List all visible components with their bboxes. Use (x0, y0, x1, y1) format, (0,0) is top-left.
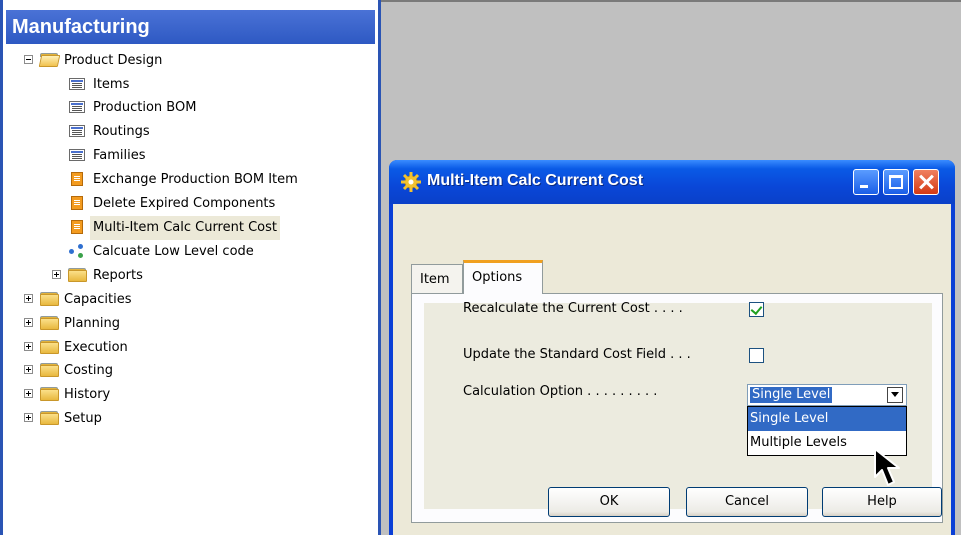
tab-options[interactable]: Options (463, 260, 543, 294)
tree-item-label: Families (93, 148, 146, 163)
folder-icon (40, 411, 59, 425)
list-icon (69, 78, 85, 90)
dialog-title: Multi-Item Calc Current Cost (427, 172, 644, 189)
tab-item[interactable]: Item (411, 264, 463, 294)
expand-icon[interactable] (24, 294, 33, 303)
tree-item-label: Exchange Production BOM Item (93, 172, 298, 187)
cancel-button[interactable]: Cancel (686, 487, 808, 517)
mouse-pointer-icon (874, 448, 900, 486)
dialog-titlebar[interactable]: Multi-Item Calc Current Cost (389, 160, 955, 204)
nav-pane-title: Manufacturing (6, 10, 375, 44)
update-standard-cost-label: Update the Standard Cost Field . . . (463, 347, 691, 362)
maximize-button[interactable] (883, 169, 909, 195)
tree-item-families[interactable]: Families (3, 144, 373, 166)
folder-icon (40, 363, 59, 377)
open-folder-icon (38, 53, 61, 67)
tree-item-delete-expired-components[interactable]: Delete Expired Components (3, 192, 373, 214)
tree-node-costing[interactable]: Costing (3, 359, 373, 381)
folder-icon (40, 292, 59, 306)
tree-node-label: Costing (64, 363, 114, 378)
tree-node-product-design[interactable]: Product Design (3, 49, 373, 71)
tree-item-label: Production BOM (93, 100, 197, 115)
calculation-option-label: Calculation Option . . . . . . . . . (463, 384, 658, 399)
tree-item-routings[interactable]: Routings (3, 120, 373, 142)
tree-item-label: Delete Expired Components (93, 196, 276, 211)
tree-node-label: Reports (93, 268, 143, 283)
folder-icon (68, 268, 87, 282)
list-icon (69, 101, 85, 113)
close-button[interactable] (913, 169, 939, 195)
tree-node-label: History (64, 387, 111, 402)
tree-node-label: Planning (64, 316, 120, 331)
tree-node-reports[interactable]: Reports (3, 264, 373, 286)
tree-node-label: Capacities (64, 292, 132, 307)
tree-node-label: Execution (64, 340, 128, 355)
expand-icon[interactable] (52, 270, 61, 279)
tree-item-exchange-production-bom-item[interactable]: Exchange Production BOM Item (3, 168, 373, 190)
calculation-option-select[interactable]: Single Level (747, 384, 907, 406)
expand-icon[interactable] (24, 389, 33, 398)
tree-item-calcuate-low-level-code[interactable]: Calcuate Low Level code (3, 240, 373, 262)
option-single-level[interactable]: Single Level (748, 407, 906, 431)
list-icon (69, 149, 85, 161)
tree-item-multi-item-calc-current-cost[interactable]: Multi-Item Calc Current Cost (3, 216, 373, 240)
tree-item-label: Routings (93, 124, 150, 139)
collapse-icon[interactable] (24, 55, 33, 64)
calculation-option-value: Single Level (750, 387, 833, 403)
tree-node-label: Setup (64, 411, 102, 426)
tree-node-planning[interactable]: Planning (3, 312, 373, 334)
tree-item-items[interactable]: Items (3, 73, 373, 95)
list-icon (69, 125, 85, 137)
tree-item-label: Multi-Item Calc Current Cost (90, 216, 280, 240)
tree-item-label: Items (93, 77, 130, 92)
tree-node-label: Product Design (64, 53, 163, 68)
tree-item-label: Calcuate Low Level code (93, 244, 254, 259)
expand-icon[interactable] (24, 342, 33, 351)
folder-icon (40, 340, 59, 354)
gear-icon (401, 172, 421, 192)
tree-node-history[interactable]: History (3, 383, 373, 405)
ok-button[interactable]: OK (548, 487, 670, 517)
task-icon (71, 172, 83, 186)
dialog-client-area: Item Options Recalculate the Current Cos… (393, 204, 951, 535)
dropdown-arrow-icon[interactable] (887, 387, 903, 403)
expand-icon[interactable] (24, 365, 33, 374)
recalc-current-cost-label: Recalculate the Current Cost . . . . (463, 301, 683, 316)
recalc-current-cost-checkbox[interactable] (749, 302, 764, 317)
folder-icon (40, 316, 59, 330)
tree-node-capacities[interactable]: Capacities (3, 288, 373, 310)
tree-item-production-bom[interactable]: Production BOM (3, 96, 373, 118)
multi-item-calc-dialog: Multi-Item Calc Current Cost Item Option… (389, 160, 955, 535)
tree-node-execution[interactable]: Execution (3, 336, 373, 358)
tree-node-setup[interactable]: Setup (3, 407, 373, 429)
folder-icon (40, 387, 59, 401)
task-icon (71, 196, 83, 210)
task-icon (71, 220, 83, 234)
update-standard-cost-checkbox[interactable] (749, 348, 764, 363)
navigation-pane: Manufacturing Product Design Items Produ… (0, 0, 381, 535)
expand-icon[interactable] (24, 318, 33, 327)
expand-icon[interactable] (24, 413, 33, 422)
graph-icon (69, 244, 85, 258)
checkmark-icon (750, 302, 763, 316)
minimize-button[interactable] (853, 169, 879, 195)
